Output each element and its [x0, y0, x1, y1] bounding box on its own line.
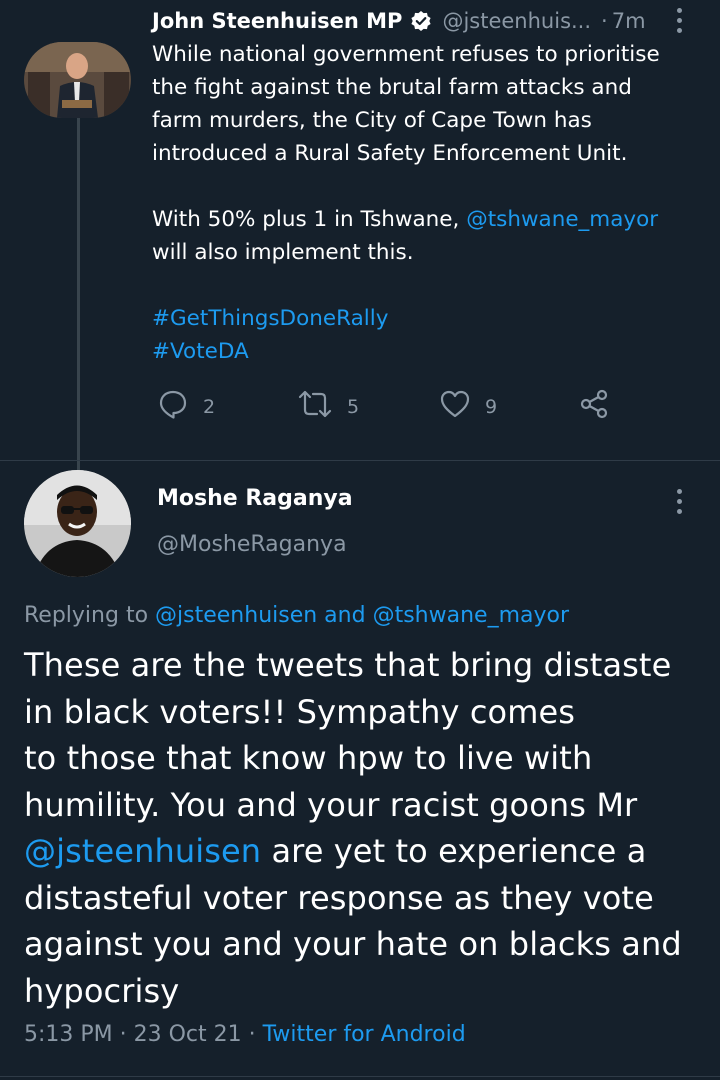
tweet-text-line: With 50% plus 1 in Tshwane, @tshwane_may… — [152, 203, 697, 236]
like-icon — [439, 388, 471, 425]
reply-author-name[interactable]: Moshe Raganya — [157, 486, 353, 511]
replying-label: Replying to — [24, 603, 156, 628]
tweet-actions: 2 5 9 — [157, 388, 627, 424]
tweet-text-segment: With 50% plus 1 in Tshwane, — [152, 207, 467, 232]
reply-text-line: @jsteenhuisen are yet to experience a — [24, 828, 704, 875]
more-icon[interactable] — [677, 8, 682, 33]
like-count: 9 — [485, 395, 498, 418]
reply-text-line: humility. You and your racist goons Mr — [24, 785, 638, 824]
share-icon — [579, 388, 611, 425]
like-button[interactable]: 9 — [439, 388, 497, 425]
tweet-header: John Steenhuisen MP @jsteenhuis... · 7m — [152, 6, 692, 36]
reply-text-line: distasteful voter response as they vote — [24, 878, 654, 917]
tweet-text-line: introduced a Rural Safety Enforcement Un… — [152, 141, 628, 166]
author-avatar[interactable] — [24, 42, 131, 118]
reply-icon — [157, 388, 189, 425]
share-button[interactable] — [579, 388, 611, 425]
verified-icon — [410, 10, 432, 32]
hashtag-link[interactable]: #GetThingsDoneRally — [152, 306, 388, 331]
reply-text-line: against you and your hate on blacks and — [24, 925, 682, 963]
author-handle[interactable]: @jsteenhuis... — [442, 9, 591, 33]
reply-text-line: These are the tweets that bring distaste — [24, 646, 672, 684]
reply-text: These are the tweets that bring distaste… — [24, 642, 704, 1014]
separator-dot: · — [601, 9, 608, 33]
mention-link[interactable]: @jsteenhuisen — [24, 832, 261, 870]
reply-button[interactable]: 2 — [157, 388, 215, 425]
tweet-text-line: the fight against the brutal farm attack… — [152, 75, 632, 100]
source-link[interactable]: Twitter for Android — [263, 1022, 466, 1047]
reply-timestamp[interactable]: 5:13 PM · 23 Oct 21 · — [24, 1022, 263, 1047]
reply-text-line: in black voters!! Sympathy comes — [24, 692, 576, 731]
tweet-text-line: farm murders, the City of Cape Town has — [152, 108, 592, 133]
reply-text-line: to those that know hpw to live with — [24, 739, 593, 777]
tweet-text-line: While national government refuses to pri… — [152, 42, 660, 67]
reply-author-handle[interactable]: @MosheRaganya — [157, 532, 347, 557]
reply-text-segment: are yet to experience a — [261, 832, 647, 870]
more-icon[interactable] — [677, 489, 682, 514]
mention-link[interactable]: @tshwane_mayor — [466, 207, 658, 232]
tweet-text-line: will also implement this. — [152, 240, 414, 265]
replying-to: Replying to @jsteenhuisen and @tshwane_m… — [24, 603, 569, 628]
replying-and: and — [317, 603, 373, 628]
hashtag-link[interactable]: #VoteDA — [152, 339, 249, 364]
mention-link[interactable]: @tshwane_mayor — [373, 603, 569, 628]
thread-connector — [77, 118, 80, 473]
reply-text-line: hypocrisy — [24, 971, 180, 1010]
reply-meta: 5:13 PM · 23 Oct 21 · Twitter for Androi… — [24, 1022, 466, 1047]
divider — [0, 1076, 720, 1077]
author-name[interactable]: John Steenhuisen MP — [152, 9, 402, 33]
divider — [0, 460, 720, 461]
tweet-time[interactable]: 7m — [612, 9, 646, 33]
retweet-icon — [297, 388, 333, 425]
retweet-count: 5 — [347, 395, 360, 418]
tweet-text: While national government refuses to pri… — [152, 38, 697, 368]
reply-count: 2 — [203, 395, 216, 418]
mention-link[interactable]: @jsteenhuisen — [155, 603, 317, 628]
reply-author-avatar[interactable] — [24, 470, 131, 577]
retweet-button[interactable]: 5 — [297, 388, 359, 425]
